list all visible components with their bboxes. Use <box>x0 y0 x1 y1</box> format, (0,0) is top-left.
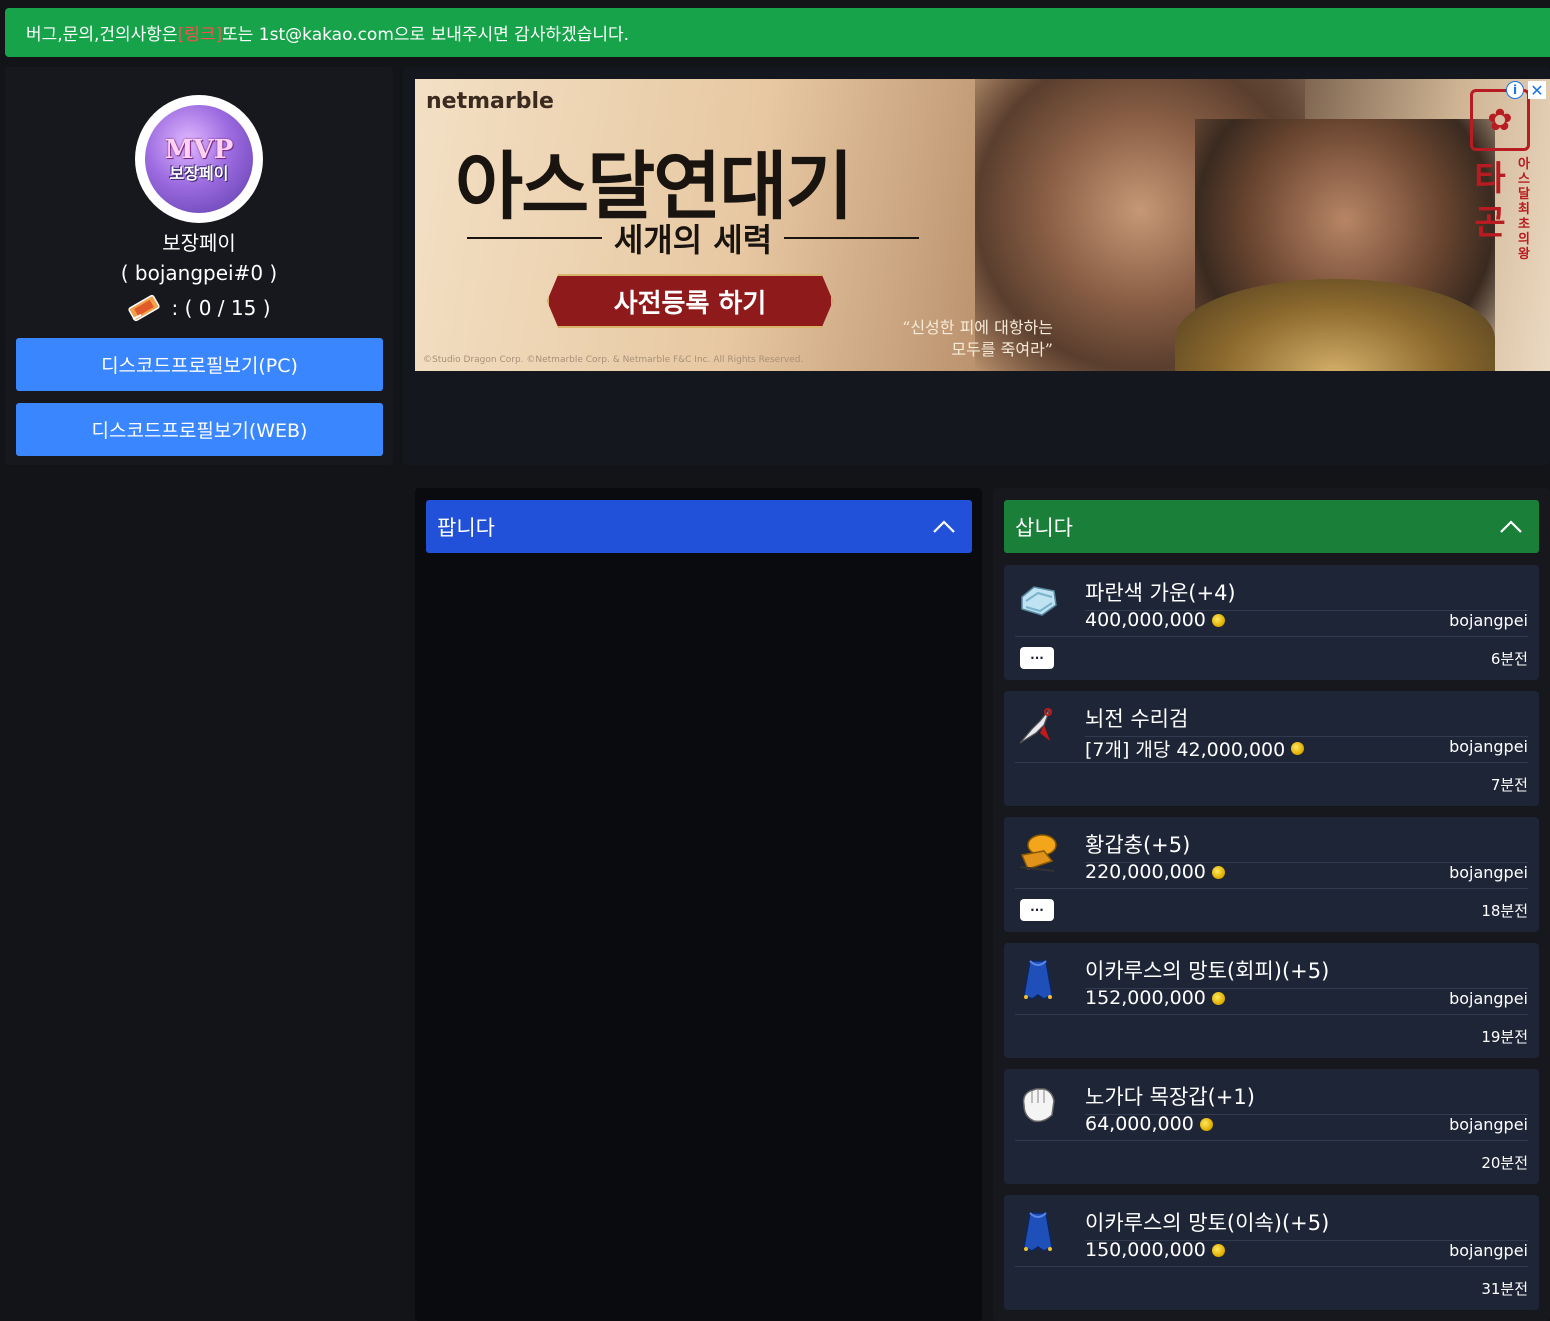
blue-gown-icon <box>1021 586 1057 616</box>
item-price-value: 400,000,000 <box>1085 609 1206 631</box>
more-button[interactable]: ··· <box>1020 899 1054 921</box>
item-name: 파란색 가운(+4) <box>1085 581 1236 605</box>
avatar-logo: MVP 보장페이 <box>145 105 253 213</box>
more-button[interactable]: ··· <box>1020 647 1054 669</box>
item-price: 150,000,000 <box>1085 1239 1225 1261</box>
discord-profile-pc-button[interactable]: 디스코드프로필보기(PC) <box>16 338 383 391</box>
avatar-mvp-text: MVP <box>164 134 234 165</box>
ad-banner[interactable]: netmarble 아스달연대기 세개의 세력 사전등록 하기 “신성한 피에 … <box>415 79 1550 371</box>
item-price-value: 64,000,000 <box>1085 1113 1194 1135</box>
listing-card[interactable]: 이카루스의 망토(회피)(+5) 152,000,000 bojangpei 1… <box>1004 943 1539 1058</box>
listing-time: 6분전 <box>1490 650 1528 668</box>
notice-prefix: 버그,문의,건의사항은 <box>26 25 178 45</box>
ad-info-icon[interactable]: i <box>1506 81 1524 99</box>
coin-icon <box>1211 865 1225 879</box>
ad-preregister-button[interactable]: 사전등록 하기 <box>547 274 833 328</box>
blue-cape-icon <box>1023 960 1053 1000</box>
listing-card[interactable]: 황갑충(+5) 220,000,000 bojangpei ··· 18분전 <box>1004 817 1539 932</box>
ad-seal-icon: ✿ <box>1470 89 1530 151</box>
discord-profile-web-button[interactable]: 디스코드프로필보기(WEB) <box>16 403 383 456</box>
chevron-up-icon[interactable] <box>1499 517 1523 535</box>
item-price-value: 220,000,000 <box>1085 861 1206 883</box>
item-name: 노가다 목장갑(+1) <box>1085 1085 1255 1109</box>
avatar-name-text: 보장페이 <box>169 163 229 183</box>
coin-icon <box>1199 1117 1213 1131</box>
ad-game-tagline: 아스달최초의왕 <box>1518 157 1530 262</box>
ad-quote-line-2: 모두를 죽여라” <box>951 340 1053 359</box>
profile-card: MVP 보장페이 보장페이 ( bojangpei#0 ) : ( 0 / 15… <box>5 67 393 465</box>
ad-panel: netmarble 아스달연대기 세개의 세력 사전등록 하기 “신성한 피에 … <box>403 67 1550 465</box>
coin-icon <box>1291 742 1305 755</box>
listing-time: 18분전 <box>1481 902 1528 920</box>
item-price: 152,000,000 <box>1085 987 1225 1009</box>
seller-name[interactable]: bojangpei <box>1449 863 1528 882</box>
avatar: MVP 보장페이 <box>135 95 263 223</box>
seller-name[interactable]: bojangpei <box>1449 1241 1528 1260</box>
item-name: 이카루스의 망토(회피)(+5) <box>1085 959 1330 983</box>
item-name: 황갑충(+5) <box>1085 833 1191 857</box>
listing-time: 7분전 <box>1490 776 1528 794</box>
throwing-star-icon <box>1019 708 1052 744</box>
listing-card[interactable]: 파란색 가운(+4) 400,000,000 bojangpei ··· 6분전 <box>1004 565 1539 680</box>
buy-section-title: 삽니다 <box>1015 515 1073 540</box>
ticket-count: : ( 0 / 15 ) <box>5 293 393 323</box>
ticket-text: : ( 0 / 15 ) <box>171 296 271 320</box>
ad-subtitle: 세개의 세력 <box>467 215 919 261</box>
ad-brand: netmarble <box>426 89 554 114</box>
notice-link[interactable]: [링크] <box>178 20 223 45</box>
item-price: 220,000,000 <box>1085 861 1225 883</box>
item-name: 이카루스의 망토(이속)(+5) <box>1085 1211 1330 1235</box>
ad-copyright: ©Studio Dragon Corp. ©Netmarble Corp. & … <box>423 355 804 365</box>
ad-subtitle-text: 세개의 세력 <box>613 221 773 259</box>
white-glove-icon <box>1022 1088 1055 1123</box>
sell-section-header[interactable]: 팝니다 <box>426 500 972 553</box>
listing-time: 31분전 <box>1481 1280 1528 1298</box>
listing-card[interactable]: 노가다 목장갑(+1) 64,000,000 bojangpei 20분전 <box>1004 1069 1539 1184</box>
item-price-value: [7개] 개당 42,000,000 <box>1085 739 1286 761</box>
listing-card[interactable]: 뇌전 수리검 [7개] 개당 42,000,000 bojangpei 7분전 <box>1004 691 1539 806</box>
seller-name[interactable]: bojangpei <box>1449 1115 1528 1134</box>
sell-section-title: 팝니다 <box>437 515 495 540</box>
ticket-icon <box>128 294 161 322</box>
beetle-icon <box>1019 834 1057 872</box>
sell-panel: 팝니다 <box>415 488 982 1321</box>
seller-name[interactable]: bojangpei <box>1449 989 1528 1008</box>
profile-name: 보장페이 <box>162 231 236 255</box>
buy-panel: 삽니다 파란색 가운(+4) 400,000,000 bojangpei ···… <box>993 488 1550 1321</box>
item-price: [7개] 개당 42,000,000 <box>1085 735 1305 762</box>
ad-game-name: 타곤 <box>1474 159 1506 243</box>
ad-quote-line-1: “신성한 피에 대항하는 <box>902 318 1053 337</box>
item-price-value: 150,000,000 <box>1085 1239 1206 1261</box>
coin-icon <box>1211 1243 1225 1257</box>
coin-icon <box>1211 613 1225 627</box>
listing-time: 20분전 <box>1481 1154 1528 1172</box>
buy-section-header[interactable]: 삽니다 <box>1004 500 1539 553</box>
item-price-value: 152,000,000 <box>1085 987 1206 1009</box>
blue-cape-icon <box>1023 1212 1053 1252</box>
seller-name[interactable]: bojangpei <box>1449 611 1528 630</box>
ad-quote: “신성한 피에 대항하는 모두를 죽여라” <box>853 317 1053 361</box>
item-price: 400,000,000 <box>1085 609 1225 631</box>
listing-card[interactable]: 이카루스의 망토(이속)(+5) 150,000,000 bojangpei 3… <box>1004 1195 1539 1310</box>
listing-time: 19분전 <box>1481 1028 1528 1046</box>
notice-suffix: 또는 1st@kakao.com으로 보내주시면 감사하겠습니다. <box>222 25 630 45</box>
notice-bar: 버그,문의,건의사항은 [링크] 또는 1st@kakao.com으로 보내주시면 … <box>5 8 1550 57</box>
seller-name[interactable]: bojangpei <box>1449 737 1528 756</box>
coin-icon <box>1211 991 1225 1005</box>
ad-close-icon[interactable]: ✕ <box>1528 81 1546 100</box>
item-name: 뇌전 수리검 <box>1085 707 1189 731</box>
profile-tag: ( bojangpei#0 ) <box>120 261 278 285</box>
chevron-up-icon[interactable] <box>932 517 956 535</box>
item-price: 64,000,000 <box>1085 1113 1213 1135</box>
